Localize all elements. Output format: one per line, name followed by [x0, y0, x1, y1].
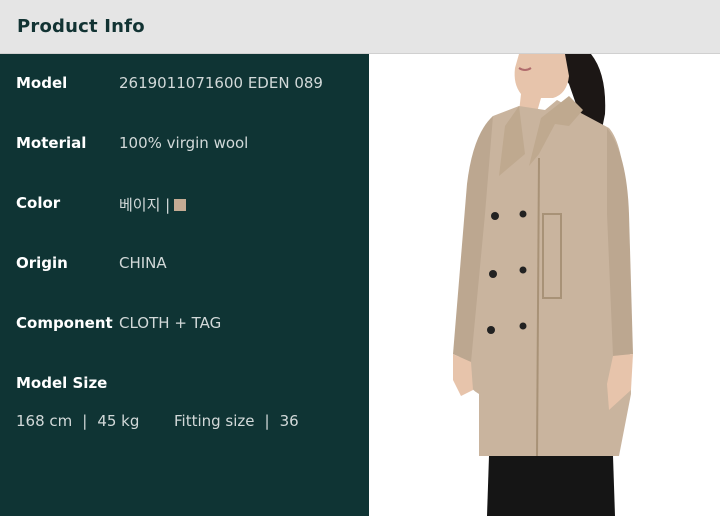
page-header: Product Info — [0, 0, 720, 54]
page-title: Product Info — [17, 16, 145, 37]
origin-label: Origin — [16, 254, 68, 272]
model-label: Model — [16, 74, 68, 92]
fitting-size: Fitting size | 36 — [174, 412, 299, 430]
product-details-panel: Model 2619011071600 EDEN 089 Moterial 10… — [0, 54, 369, 516]
model-height: 168 cm — [16, 412, 73, 430]
color-swatch — [174, 199, 187, 211]
separator: | — [264, 412, 270, 430]
component-label: Component — [16, 314, 113, 332]
model-measurements: 168 cm | 45 kg — [16, 412, 139, 430]
color-label: Color — [16, 194, 61, 212]
separator: | — [82, 412, 88, 430]
model-size-label: Model Size — [16, 374, 108, 392]
color-value: 베이지 | — [119, 196, 171, 214]
component-value: CLOTH + TAG — [119, 314, 222, 332]
coat-model-illustration — [453, 54, 633, 516]
material-value: 100% virgin wool — [119, 134, 249, 152]
fitting-size-label: Fitting size — [174, 412, 255, 430]
product-photo — [369, 54, 720, 516]
fitting-size-value: 36 — [279, 412, 299, 430]
model-weight: 45 kg — [97, 412, 140, 430]
origin-value: CHINA — [119, 254, 167, 272]
material-label: Moterial — [16, 134, 87, 152]
color-value-wrap: 베이지 | — [119, 194, 187, 215]
model-value: 2619011071600 EDEN 089 — [119, 74, 323, 92]
